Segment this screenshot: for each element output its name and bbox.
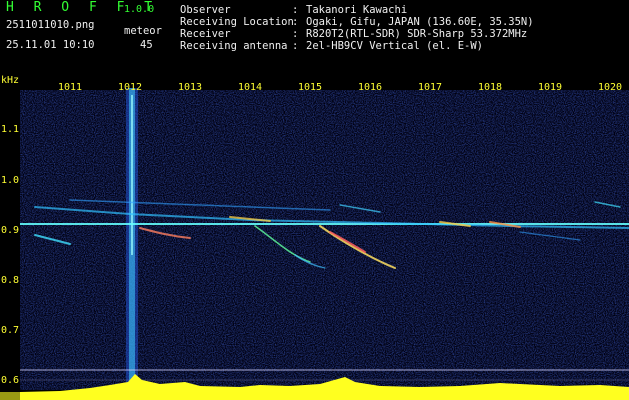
noise-floor (20, 90, 629, 390)
x-tick-label: 1012 (118, 82, 142, 93)
meteor-burst-vertical (126, 88, 138, 388)
unit-label: kHz (1, 75, 19, 86)
y-tick-label: 0.8 (1, 275, 19, 286)
x-tick-label: 1020 (598, 82, 622, 93)
x-tick-label: 1017 (418, 82, 442, 93)
y-tick-label: 1.1 (1, 124, 19, 135)
y-tick-label: 0.6 (1, 375, 19, 386)
y-tick-label: 0.7 (1, 325, 19, 336)
x-tick-label: 1011 (58, 82, 82, 93)
x-tick-label: 1015 (298, 82, 322, 93)
spectrogram: kHz 1.1 1.0 0.9 0.8 0.7 0.6 1011 1012 10… (0, 75, 629, 400)
y-tick-label: 1.0 (1, 175, 19, 186)
y-axis: kHz 1.1 1.0 0.9 0.8 0.7 0.6 (1, 75, 19, 386)
x-tick-label: 1013 (178, 82, 202, 93)
x-tick-label: 1014 (238, 82, 262, 93)
x-tick-label: 1018 (478, 82, 502, 93)
x-tick-label: 1016 (358, 82, 382, 93)
x-tick-label: 1019 (538, 82, 562, 93)
y-tick-label: 0.9 (1, 225, 19, 236)
